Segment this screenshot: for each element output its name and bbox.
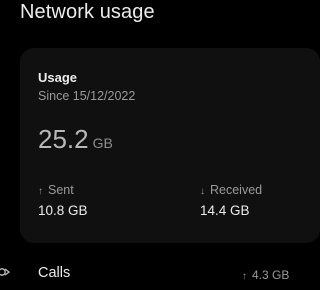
total-usage-value: 25.2 bbox=[38, 124, 89, 154]
received-label-text: Received bbox=[210, 183, 263, 197]
sent-label-text: Sent bbox=[48, 183, 74, 197]
sent-value: 10.8 GB bbox=[38, 203, 88, 218]
app-icon bbox=[0, 268, 10, 276]
calls-usage: ↑ 4.3 GB bbox=[242, 268, 289, 282]
arrow-up-icon: ↑ bbox=[242, 271, 247, 282]
usage-since-date: Since 15/12/2022 bbox=[38, 89, 136, 103]
arrow-down-icon: ↓ bbox=[200, 186, 205, 197]
received-value: 14.4 GB bbox=[200, 203, 250, 218]
calls-label: Calls bbox=[38, 265, 71, 281]
received-label: ↓ Received bbox=[200, 183, 262, 197]
sent-label: ↑ Sent bbox=[38, 183, 74, 197]
calls-usage-value: 4.3 GB bbox=[252, 268, 290, 282]
total-usage-unit: GB bbox=[92, 135, 113, 151]
network-usage-screen: Network usage Usage Since 15/12/2022 25.… bbox=[0, 0, 320, 290]
total-usage: 25.2 GB bbox=[38, 124, 113, 155]
page-title: Network usage bbox=[20, 1, 155, 23]
list-item-calls[interactable]: Calls ↑ 4.3 GB bbox=[0, 254, 290, 290]
arrow-up-icon: ↑ bbox=[38, 186, 43, 197]
usage-label: Usage bbox=[38, 70, 78, 85]
